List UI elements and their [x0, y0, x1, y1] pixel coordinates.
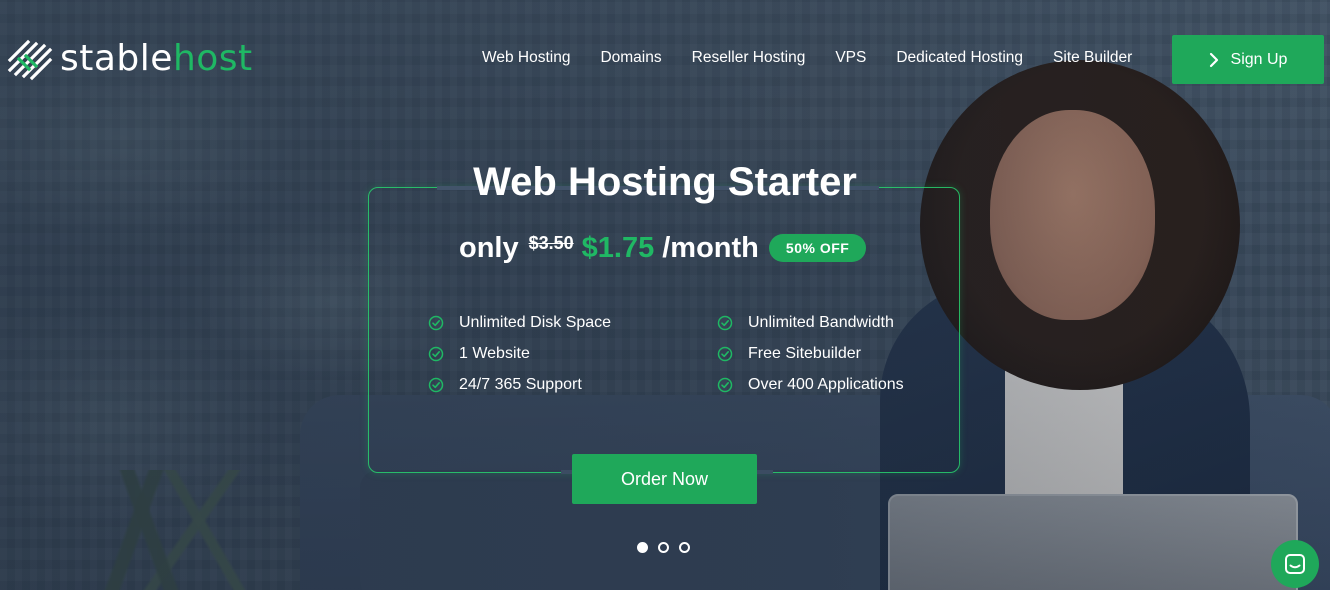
feature-label: Unlimited Bandwidth	[748, 313, 894, 331]
check-circle-icon	[717, 377, 733, 392]
features-right: Unlimited Bandwidth Free Sitebuilder Ove…	[717, 307, 904, 400]
check-circle-icon	[428, 315, 444, 330]
brand-logo[interactable]: stablehost	[6, 36, 253, 82]
chat-launcher-button[interactable]	[1271, 540, 1319, 588]
nav-domains[interactable]: Domains	[600, 49, 661, 67]
promo-title: Web Hosting Starter	[473, 160, 857, 204]
old-price: $3.50	[528, 232, 574, 253]
carousel-dot-3[interactable]	[679, 542, 690, 553]
sign-up-label: Sign Up	[1230, 50, 1288, 68]
check-circle-icon	[717, 315, 733, 330]
brand-name-stable: stable	[60, 38, 173, 79]
new-price: $1.75	[581, 231, 655, 264]
carousel-dots	[637, 542, 690, 553]
discount-badge: 50% OFF	[768, 234, 867, 262]
sign-up-button[interactable]: Sign Up	[1172, 35, 1324, 84]
feature-item: 1 Website	[428, 338, 611, 369]
carousel-dot-2[interactable]	[658, 542, 669, 553]
chat-icon	[1285, 554, 1305, 574]
feature-label: 24/7 365 Support	[459, 375, 582, 393]
nav-web-hosting[interactable]: Web Hosting	[482, 49, 570, 67]
stablehost-logo-icon	[7, 39, 53, 81]
features-left: Unlimited Disk Space 1 Website 24/7 365 …	[428, 307, 611, 400]
brand-name-host: host	[172, 38, 253, 79]
feature-label: Over 400 Applications	[748, 375, 904, 393]
nav-dedicated-hosting[interactable]: Dedicated Hosting	[896, 49, 1023, 67]
price-prefix: only	[459, 231, 519, 264]
feature-item: Unlimited Disk Space	[428, 307, 611, 338]
order-now-button[interactable]: Order Now	[572, 454, 757, 504]
nav-reseller-hosting[interactable]: Reseller Hosting	[692, 49, 806, 67]
check-circle-icon	[428, 377, 444, 392]
feature-item: Unlimited Bandwidth	[717, 307, 904, 338]
feature-item: Free Sitebuilder	[717, 338, 904, 369]
brand-wordmark: stablehost	[60, 41, 253, 77]
feature-label: 1 Website	[459, 344, 530, 362]
feature-label: Free Sitebuilder	[748, 344, 861, 362]
main-nav: Web Hosting Domains Reseller Hosting VPS…	[482, 49, 1162, 67]
price-line: only $3.50 $1.75 /month 50% OFF	[459, 227, 867, 269]
price-period: /month	[662, 231, 759, 264]
check-circle-icon	[717, 346, 733, 361]
nav-site-builder[interactable]: Site Builder	[1053, 49, 1132, 67]
feature-item: Over 400 Applications	[717, 369, 904, 400]
feature-label: Unlimited Disk Space	[459, 313, 612, 331]
carousel-dot-1[interactable]	[637, 542, 648, 553]
chevron-right-icon	[1209, 52, 1218, 67]
feature-item: 24/7 365 Support	[428, 369, 611, 400]
check-circle-icon	[428, 346, 444, 361]
site-header: stablehost Web Hosting Domains Reseller …	[0, 0, 1330, 120]
nav-vps[interactable]: VPS	[835, 49, 866, 67]
